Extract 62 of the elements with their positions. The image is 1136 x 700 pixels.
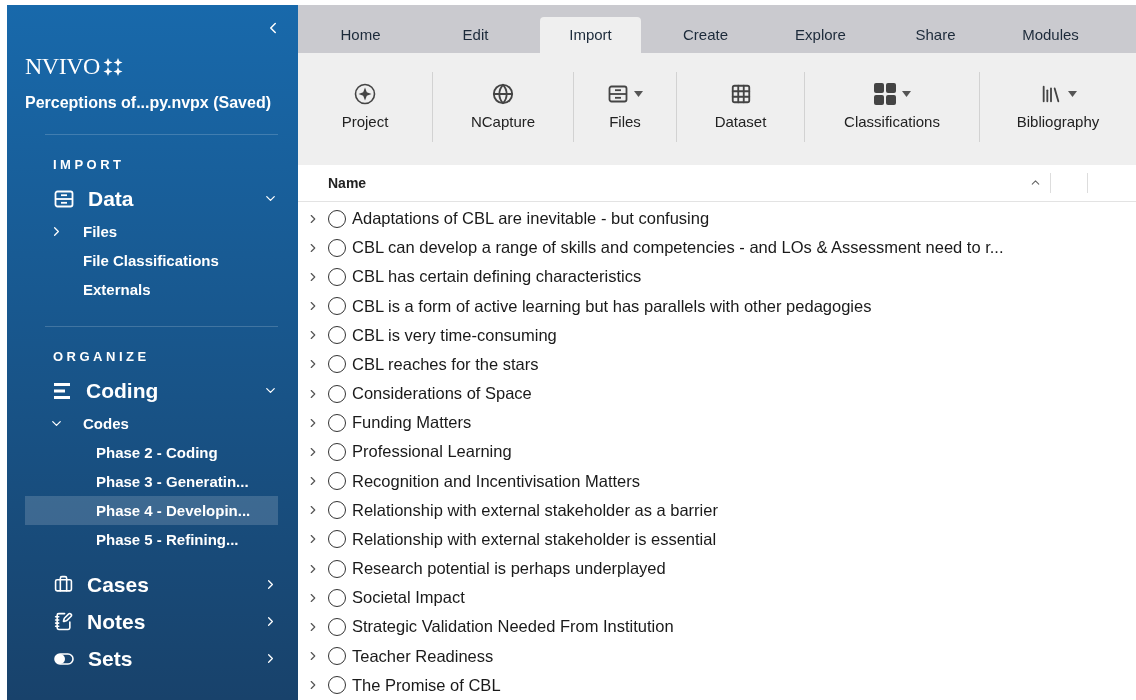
code-name: CBL has certain defining characteristics: [352, 267, 642, 287]
section-heading: IMPORT: [53, 157, 126, 172]
ribbon-tab[interactable]: Import: [540, 17, 641, 53]
drawer-icon: [607, 85, 628, 104]
list-icon: [54, 382, 72, 399]
sidebar-item[interactable]: File Classifications: [25, 246, 278, 275]
code-name: Recognition and Incentivisation Matters: [352, 471, 640, 491]
code-name: CBL can develop a range of skills and competencies - and LOs & Assessment need to r...: [352, 238, 1004, 258]
code-name: Research potential is perhaps underplayed: [352, 559, 666, 579]
toggle-icon: [54, 652, 74, 665]
ribbon-tab[interactable]: Edit: [425, 17, 526, 53]
ribbon-button[interactable]: NCapture: [433, 72, 573, 142]
ribbon-tab[interactable]: Modules: [1000, 17, 1101, 53]
sidebar-item[interactable]: Externals: [25, 275, 278, 304]
sidebar-item[interactable]: Phase 5 - Refining...: [25, 525, 278, 554]
sidebar-item[interactable]: Files: [25, 217, 278, 246]
code-name: Relationship with external stakeholder is essential: [352, 529, 717, 549]
section-heading: ORGANIZE: [53, 349, 151, 364]
code-name: CBL reaches for the stars: [352, 354, 539, 374]
code-name: CBL is a form of active learning but has parallels with other pedagogies: [352, 296, 872, 316]
ribbon-tab[interactable]: Home: [310, 17, 411, 53]
code-name: Considerations of Space: [352, 384, 532, 404]
sidebar-group[interactable]: Cases: [25, 566, 298, 603]
sidebar-group[interactable]: Notes: [25, 603, 298, 640]
notebook-icon: [54, 612, 73, 631]
caret-icon: [901, 91, 911, 98]
ribbon-button[interactable]: Files: [574, 72, 676, 142]
ribbon-tab[interactable]: Share: [885, 17, 986, 53]
ribbon-button[interactable]: Project: [298, 72, 432, 142]
sidebar-item[interactable]: Phase 3 - Generatin...: [25, 467, 278, 496]
code-name: Adaptations of CBL are inevitable - but confusing: [352, 209, 710, 228]
sidebar-item[interactable]: Codes: [25, 409, 278, 438]
grid-icon: [729, 83, 752, 106]
sidebar-group[interactable]: Data: [25, 180, 298, 217]
tiles-icon: [873, 83, 896, 106]
sparkle-icon: [102, 57, 123, 76]
briefcase-icon: [54, 575, 73, 594]
code-name: Funding Matters: [352, 413, 472, 433]
logo: NVIVO: [25, 53, 100, 80]
code-name: Professional Learning: [352, 442, 512, 462]
caret-icon: [1067, 91, 1077, 98]
caret-icon: [633, 91, 643, 98]
code-name: CBL is very time-consuming: [352, 325, 557, 345]
sidebar-group[interactable]: Coding: [25, 372, 298, 409]
sidebar-item[interactable]: Phase 2 - Coding: [25, 438, 278, 467]
compass-icon: [354, 83, 376, 106]
code-name: Societal Impact: [352, 588, 465, 608]
globe-icon: [492, 83, 514, 106]
code-name: Relationship with external stakeholder as a barrier: [352, 500, 718, 520]
column-header[interactable]: Name: [328, 174, 1029, 191]
code-name: Strategic Validation Needed From Institution: [352, 617, 674, 637]
sidebar-group[interactable]: Sets: [25, 640, 298, 677]
sidebar-item[interactable]: Phase 4 - Developin...: [25, 496, 278, 525]
code-name: The Promise of CBL: [352, 675, 501, 695]
drawer-icon: [54, 189, 74, 208]
code-name: Teacher Readiness: [352, 646, 494, 666]
ribbon-button[interactable]: Classifications: [805, 72, 979, 142]
ribbon-button[interactable]: Dataset: [677, 72, 804, 142]
ribbon-tab[interactable]: Create: [655, 17, 756, 53]
ribbon-button[interactable]: Bibliography: [980, 72, 1136, 142]
project-title: Perceptions of...py.nvpx (Saved): [25, 94, 272, 112]
ribbon-tab[interactable]: Explore: [770, 17, 871, 53]
